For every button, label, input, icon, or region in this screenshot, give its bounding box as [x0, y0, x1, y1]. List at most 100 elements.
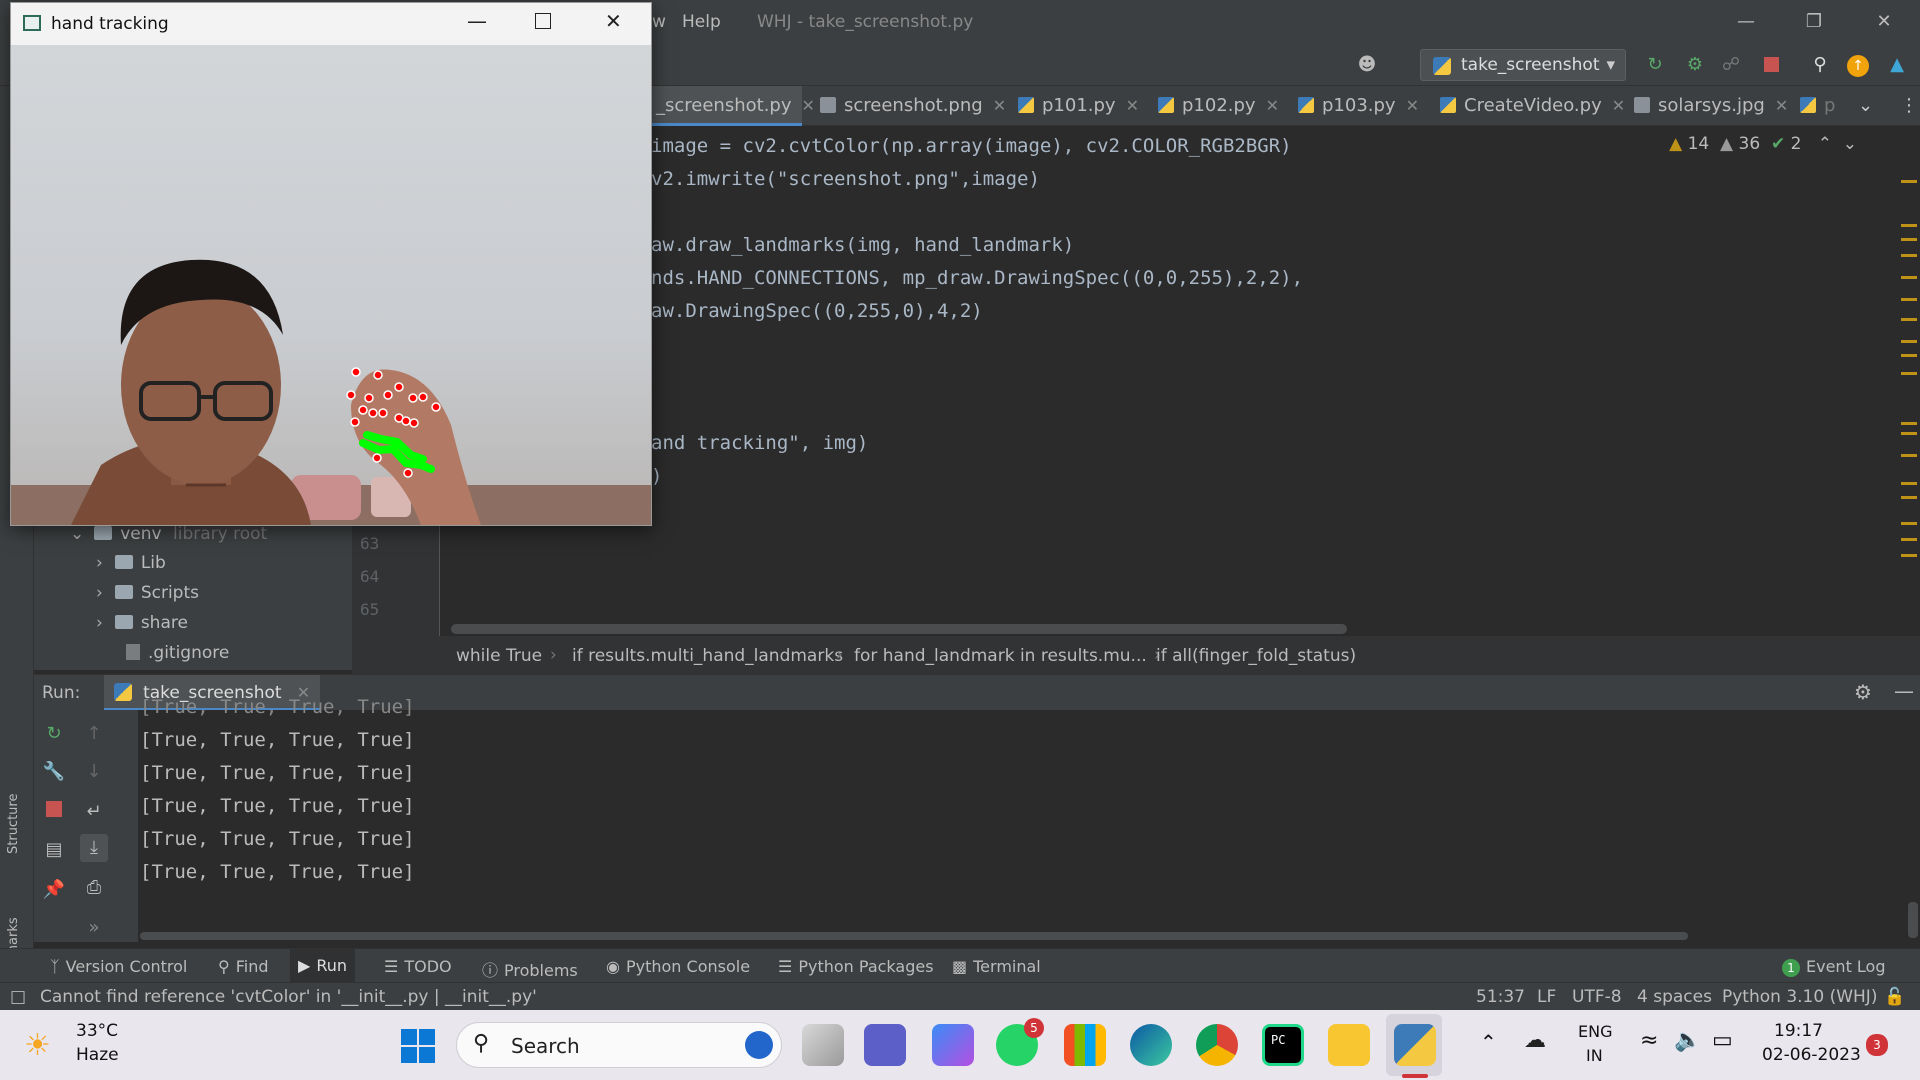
tab-p103[interactable]: p103.py ✕: [1298, 86, 1419, 126]
warning-mark[interactable]: [1901, 276, 1917, 279]
tool-problems[interactable]: ⓘ Problems: [482, 957, 578, 981]
tab-p101[interactable]: p101.py ✕: [1018, 86, 1139, 126]
hide-icon[interactable]: —: [1894, 679, 1914, 703]
warning-mark[interactable]: [1901, 482, 1917, 485]
layout-icon[interactable]: ▤: [40, 836, 68, 864]
breadcrumb-item[interactable]: while True: [456, 646, 542, 666]
stop-icon[interactable]: [1758, 52, 1784, 78]
update-icon[interactable]: ↑: [1845, 52, 1871, 78]
chevron-down-icon[interactable]: ⌄: [1843, 134, 1857, 154]
battery-icon[interactable]: ▭: [1712, 1028, 1733, 1053]
chevron-right-icon[interactable]: ›: [96, 553, 103, 573]
notification-badge[interactable]: 3: [1866, 1034, 1888, 1056]
console-vertical-scrollbar[interactable]: [1908, 902, 1918, 938]
wrench-icon[interactable]: 🔧: [40, 758, 68, 786]
wifi-icon[interactable]: ≈: [1640, 1028, 1658, 1053]
file-explorer-icon[interactable]: [1328, 1024, 1370, 1066]
tool-find[interactable]: ⚲ Find: [218, 957, 269, 976]
error-stripe[interactable]: [1897, 126, 1920, 636]
code-editor[interactable]: ▲ 14 ▲ 36 ✔ 2 ⌃ ⌄ image = cv2.cvtColor(n…: [441, 126, 1897, 636]
rerun-icon[interactable]: ↻: [1642, 52, 1668, 78]
warning-mark[interactable]: [1901, 372, 1917, 375]
warning-mark[interactable]: [1901, 298, 1917, 301]
tool-event-log[interactable]: 1 Event Log: [1782, 957, 1886, 977]
warning-mark[interactable]: [1901, 318, 1917, 321]
tab-solarsys[interactable]: solarsys.jpg ✕: [1634, 86, 1788, 126]
tree-item-scripts[interactable]: › Scripts: [96, 583, 199, 603]
close-icon[interactable]: ✕: [605, 9, 622, 33]
tree-item-venv[interactable]: ⌄ venv library root: [70, 524, 267, 544]
hand-window-titlebar[interactable]: hand tracking — ✕: [11, 3, 651, 45]
gear-icon[interactable]: ⚙: [1854, 680, 1872, 704]
warning-mark[interactable]: [1901, 554, 1917, 557]
chevron-up-icon[interactable]: ⌃: [1818, 134, 1832, 154]
tool-todo[interactable]: ☰ TODO: [384, 957, 452, 976]
warning-mark[interactable]: [1901, 180, 1917, 183]
clock-date[interactable]: 02-06-2023: [1762, 1045, 1861, 1065]
windows-start-icon[interactable]: [398, 1026, 438, 1066]
close-icon[interactable]: ✕: [802, 96, 815, 115]
warning-mark[interactable]: [1901, 340, 1917, 343]
task-view-icon[interactable]: [802, 1024, 844, 1066]
edge-icon[interactable]: [1130, 1024, 1172, 1066]
pycharm-icon[interactable]: PC: [1262, 1024, 1304, 1066]
jetbrains-icon[interactable]: ▲: [1884, 52, 1910, 78]
close-icon[interactable]: ✕: [1266, 96, 1279, 115]
chevron-down-icon[interactable]: ⌄: [70, 524, 84, 544]
menu-view-partial[interactable]: w: [652, 12, 666, 32]
chevron-right-icon[interactable]: ›: [96, 583, 103, 603]
soft-wrap-icon[interactable]: ↵: [80, 798, 108, 826]
close-icon[interactable]: ✕: [1126, 96, 1139, 115]
volume-icon[interactable]: 🔈: [1674, 1028, 1701, 1053]
tool-python-console[interactable]: ◉ Python Console: [606, 957, 750, 976]
tab-take-screenshot[interactable]: _screenshot.py ✕: [640, 86, 815, 126]
tool-terminal[interactable]: ▩ Terminal: [952, 957, 1041, 976]
tree-item-lib[interactable]: › Lib: [96, 553, 166, 573]
more-icon[interactable]: »: [80, 914, 108, 942]
chevron-down-icon[interactable]: ⌄: [1858, 86, 1873, 126]
arrow-up-icon[interactable]: ↑: [80, 720, 108, 748]
debug-icon[interactable]: ⚙: [1682, 52, 1708, 78]
minimize-icon[interactable]: —: [467, 9, 487, 33]
tree-item-gitignore[interactable]: .gitignore: [126, 643, 229, 663]
minimize-icon[interactable]: —: [1726, 8, 1766, 36]
warning-mark[interactable]: [1901, 224, 1917, 227]
run-console[interactable]: [True, True, True, True] [True, True, Tr…: [138, 696, 1920, 942]
arrow-down-icon[interactable]: ↓: [80, 758, 108, 786]
warning-mark[interactable]: [1901, 522, 1917, 525]
ms-store-icon[interactable]: [1064, 1024, 1106, 1066]
chrome-icon[interactable]: [1196, 1024, 1238, 1066]
temperature[interactable]: 33°C: [76, 1021, 118, 1041]
close-icon[interactable]: ✕: [1406, 96, 1419, 115]
warning-mark[interactable]: [1901, 454, 1917, 457]
stop-icon[interactable]: [40, 798, 68, 826]
console-horizontal-scrollbar[interactable]: [140, 932, 1688, 940]
coverage-icon[interactable]: ☍: [1718, 52, 1744, 78]
clock-time[interactable]: 19:17: [1774, 1021, 1823, 1041]
onedrive-icon[interactable]: ☁: [1524, 1028, 1546, 1053]
print-icon[interactable]: ⎙: [80, 874, 108, 902]
warning-mark[interactable]: [1901, 254, 1917, 257]
chevron-up-icon[interactable]: ⌃: [1480, 1030, 1497, 1054]
run-config-selector[interactable]: take_screenshot ▾: [1420, 49, 1626, 81]
tab-p102[interactable]: p102.py ✕: [1158, 86, 1279, 126]
copilot-icon[interactable]: [932, 1024, 974, 1066]
taskbar-search-box[interactable]: ⚲ Search: [456, 1022, 782, 1068]
inspection-widget[interactable]: ▲ 14 ▲ 36 ✔ 2 ⌃ ⌄: [1669, 134, 1857, 154]
python-app-icon[interactable]: [1394, 1024, 1436, 1066]
scroll-to-end-icon[interactable]: ⤓: [80, 834, 108, 862]
breadcrumb-item[interactable]: if all(finger_fold_status): [1156, 646, 1356, 666]
lock-icon[interactable]: 🔓: [1884, 987, 1905, 1007]
warning-mark[interactable]: [1901, 422, 1917, 425]
close-icon[interactable]: ✕: [1612, 96, 1625, 115]
caret-position[interactable]: 51:37: [1476, 987, 1525, 1007]
rerun-icon[interactable]: ↻: [40, 720, 68, 748]
restore-icon[interactable]: ❐: [1794, 8, 1834, 36]
interpreter[interactable]: Python 3.10 (WHJ): [1722, 987, 1877, 1007]
status-message[interactable]: Cannot find reference 'cvtColor' in '__i…: [40, 987, 537, 1007]
chevron-right-icon[interactable]: ›: [96, 613, 103, 633]
warning-mark[interactable]: [1901, 238, 1917, 241]
search-icon[interactable]: ⚲: [1807, 52, 1833, 78]
warning-mark[interactable]: [1901, 354, 1917, 357]
tree-item-share[interactable]: › share: [96, 613, 188, 633]
